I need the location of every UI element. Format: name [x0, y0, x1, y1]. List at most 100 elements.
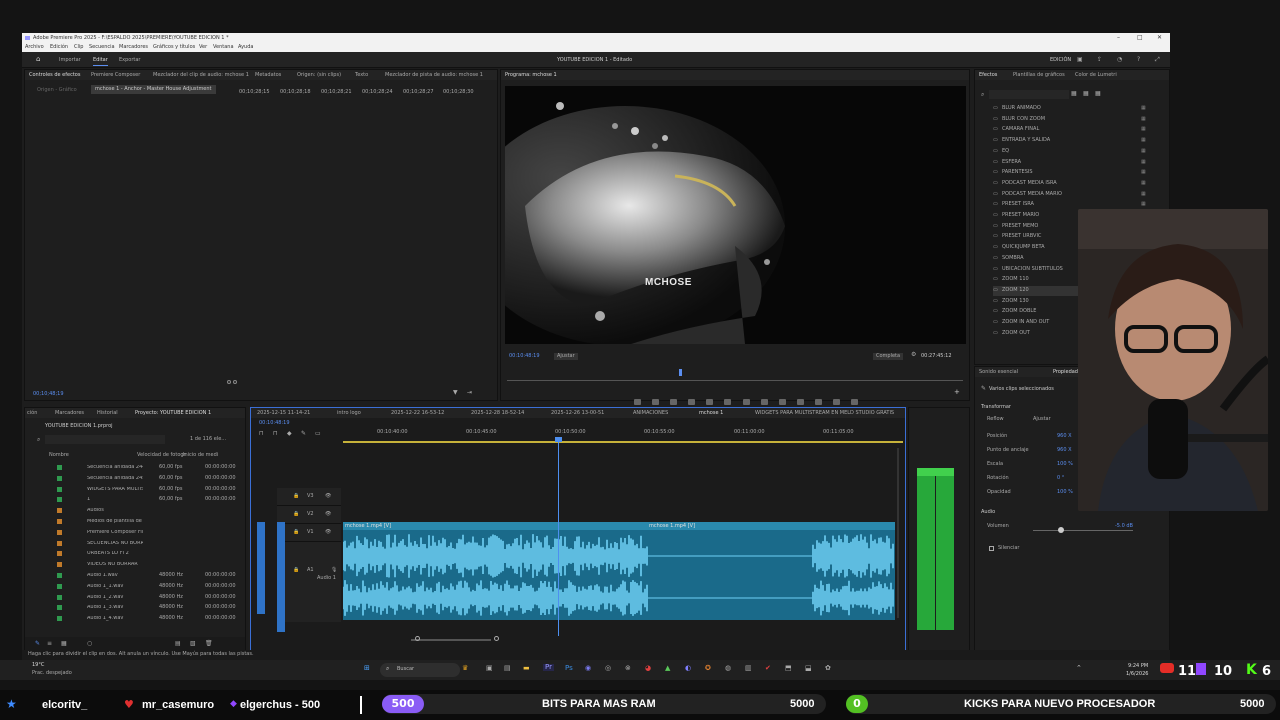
effect-item[interactable]: ▭ BLUR ANIMADO ▦: [993, 104, 1153, 114]
project-item[interactable]: VIDEOS NO BORRAR: [33, 560, 213, 570]
track-a1[interactable]: 🔒 A1 Audio 1 🎙: [277, 542, 341, 622]
project-item[interactable]: SECUENCIAS NO BORRAR: [33, 539, 213, 549]
seq-tab-6[interactable]: mchose 1: [699, 411, 723, 416]
source-timecode[interactable]: 00;10;48;19: [33, 392, 64, 397]
app7-icon[interactable]: ▥: [745, 665, 752, 672]
taskview-icon[interactable]: ▣: [486, 665, 493, 672]
app3-icon[interactable]: ▲: [665, 665, 670, 672]
col-media-start[interactable]: Inicio de medi: [183, 453, 218, 458]
project-item[interactable]: Secuencia anidada 244 60,00 fps 00:00:00:0…: [33, 463, 236, 473]
menu-ventana[interactable]: Ventana: [213, 45, 234, 50]
effect-item[interactable]: ▭ EQ ▦: [993, 147, 1153, 157]
project-search-input[interactable]: [45, 435, 165, 444]
effect-item[interactable]: ▭ PARENTESIS ▦: [993, 168, 1153, 178]
effects-search-input[interactable]: [989, 90, 1069, 99]
linked-icon[interactable]: ⊓: [273, 431, 278, 437]
project-item[interactable]: WIDGETS PARA MULTISTRE 60,00 fps 00:00:00:…: [33, 485, 236, 495]
project-item[interactable]: Medios de plantilla de gráfic: [33, 517, 213, 527]
zoom-slider-icon[interactable]: ○: [87, 641, 92, 647]
chrome-icon[interactable]: ◕: [645, 665, 651, 672]
32bit-icon[interactable]: ▦: [1083, 91, 1089, 97]
lock-icon[interactable]: 🔒: [293, 512, 299, 517]
project-item[interactable]: Audio 1_2.wav 48000 Hz 00:00:00:00: [33, 593, 236, 603]
zoom-handle-left[interactable]: [415, 636, 420, 641]
home-icon[interactable]: ⌂: [36, 56, 40, 63]
effect-item[interactable]: ▭ PODCAST MEDIA ISRA ▦: [993, 179, 1153, 189]
eye-icon[interactable]: 👁: [325, 512, 331, 517]
tab-essential-sound[interactable]: Sonido esencial: [979, 370, 1018, 375]
share-icon[interactable]: ⇪: [1097, 57, 1102, 63]
app8-icon[interactable]: ✔: [765, 665, 771, 672]
lock-icon[interactable]: 🔒: [293, 530, 299, 535]
work-area-bar[interactable]: [343, 441, 903, 443]
prop-value-1[interactable]: 960 X: [1057, 448, 1072, 453]
app4-icon[interactable]: ◐: [685, 665, 691, 672]
timeline-settings-icon[interactable]: ✎: [301, 431, 306, 437]
project-item[interactable]: 1 60,00 fps 00:00:00:00: [33, 495, 236, 505]
program-timecode[interactable]: 00:10:48:19: [509, 354, 540, 359]
seq-tab-5[interactable]: ANIMACIONES: [633, 411, 668, 416]
track-target-a1[interactable]: [277, 522, 285, 632]
crown-app-icon[interactable]: ♛: [462, 665, 468, 672]
stop-icon[interactable]: [724, 399, 732, 405]
tab-metadata[interactable]: Metadatos: [255, 73, 281, 78]
seq-tab-2[interactable]: 2025-12-22 16-53-12: [391, 411, 444, 416]
selected-clip-label[interactable]: mchose 1 - Anchor - Master House Adjustm…: [91, 85, 216, 94]
explorer-icon[interactable]: ▬: [523, 665, 530, 672]
playhead-head[interactable]: [555, 437, 562, 442]
tab-audio-clip-mixer[interactable]: Mezclador del clip de audio: mchose 1: [153, 73, 249, 78]
delete-icon[interactable]: 🗑: [205, 641, 213, 647]
effects-search-icon[interactable]: ⌕: [981, 92, 984, 98]
transform-section[interactable]: Transformar: [981, 405, 1011, 410]
help-icon[interactable]: ?: [1137, 57, 1140, 63]
export-frame-icon[interactable]: ⇥: [467, 390, 472, 396]
eye-icon[interactable]: 👁: [325, 530, 331, 535]
zoom-select[interactable]: Ajustar: [554, 353, 578, 360]
new-bin-icon[interactable]: ▤: [175, 641, 181, 647]
tab-graphic-templates[interactable]: Plantillas de gráficos: [1013, 73, 1065, 78]
mic-icon[interactable]: 🎙: [331, 568, 337, 573]
captions-icon[interactable]: ▭: [315, 431, 321, 437]
app-icon[interactable]: ▤: [504, 665, 511, 672]
seq-tab-4[interactable]: 2025-12-26 13-00-51: [551, 411, 604, 416]
in-point-icon[interactable]: [652, 399, 660, 405]
app6-icon[interactable]: ◍: [725, 665, 731, 672]
timeline-zoom-scroll[interactable]: [411, 639, 491, 641]
menu-archivo[interactable]: Archivo: [25, 45, 44, 50]
project-item[interactable]: Audio 1_4.wav 48000 Hz 00:00:00:00: [33, 614, 236, 624]
tab-lumetri[interactable]: Color de Lumetri: [1075, 73, 1117, 78]
tab-markers[interactable]: Marcadores: [55, 411, 84, 416]
go-to-in-icon[interactable]: [688, 399, 696, 405]
tab-audio-track-mixer[interactable]: Mezclador de pista de audio: mchose 1: [385, 73, 483, 78]
app2-icon[interactable]: ⊗: [625, 665, 631, 672]
volume-slider[interactable]: [1033, 530, 1133, 531]
effect-item[interactable]: ▭ BLUR CON ZOOM ▦: [993, 115, 1153, 125]
prop-value-2[interactable]: 100 %: [1057, 462, 1073, 467]
project-item[interactable]: Audio 1_1.wav 48000 Hz 00:00:00:00: [33, 582, 236, 592]
volume-slider-thumb[interactable]: [1058, 527, 1064, 533]
effect-item[interactable]: ▭ ENTRADA Y SALIDA ▦: [993, 136, 1153, 146]
new-item-icon[interactable]: ▧: [190, 641, 196, 647]
reflow-button[interactable]: Reflow: [987, 417, 1004, 422]
obs-icon[interactable]: ◎: [605, 665, 611, 672]
workspace-label[interactable]: EDICIÓN: [1050, 58, 1071, 63]
timeline-vscroll[interactable]: [897, 448, 899, 618]
effect-item[interactable]: ▭ CAMARA FINAL ▦: [993, 125, 1153, 135]
effect-item[interactable]: ▭ ESFERA ▦: [993, 158, 1153, 168]
project-item[interactable]: URBEATS LO FI 2: [33, 549, 213, 559]
close-icon[interactable]: ✕: [1157, 35, 1162, 41]
source-patch-v1[interactable]: [257, 522, 265, 614]
go-to-out-icon[interactable]: [778, 399, 786, 405]
photoshop-icon[interactable]: Ps: [565, 665, 573, 672]
icon-view-icon[interactable]: ▦: [61, 641, 67, 647]
program-playhead[interactable]: [679, 369, 682, 376]
menu-marcadores[interactable]: Marcadores: [119, 45, 148, 50]
timeline-ruler[interactable]: 00:10:40:00 00:10:45:00 00:10:50:00 00:1…: [343, 430, 899, 440]
tab-premiere-composer[interactable]: Premiere Composer: [91, 73, 140, 78]
write-icon[interactable]: ✎: [35, 641, 40, 647]
weather-desc[interactable]: Prac. despejado: [32, 671, 72, 676]
tab-exportar[interactable]: Exportar: [119, 58, 141, 63]
tab-source[interactable]: Origen: (sin clips): [297, 73, 341, 78]
project-item[interactable]: Audios: [33, 506, 213, 516]
marker-icon[interactable]: [634, 399, 641, 405]
